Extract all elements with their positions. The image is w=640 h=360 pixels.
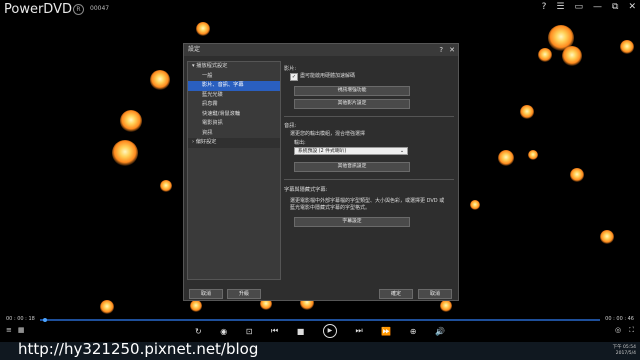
maximize-icon[interactable]: ⧉ (612, 2, 618, 12)
close-icon[interactable]: ✕ (628, 2, 636, 12)
lantern-image (100, 300, 114, 314)
forward-icon[interactable]: ⏩ (381, 327, 391, 336)
app-title: PowerDVD (4, 2, 72, 17)
watermark-text: http://hy321250.pixnet.net/blog (18, 340, 259, 358)
play-button[interactable]: ▶ (322, 324, 337, 338)
right-controls: ◎ ⛶ (615, 326, 634, 335)
menu-icon[interactable]: ☰ (556, 2, 564, 12)
settings-tree: ▾ 播放程式設定 一般 影片、音訊、字幕 藍光光碟 訊息霧 快速鍵/滑鼠滾輪 電… (187, 61, 281, 280)
stop-icon[interactable]: ■ (297, 327, 305, 336)
hw-accel-label: 盡可能啟用硬體加速解碼 (300, 73, 356, 79)
zoom-icon[interactable]: ⊕ (410, 327, 417, 336)
divider (284, 179, 454, 180)
progress-handle[interactable] (43, 318, 48, 322)
volume-icon[interactable]: 🔊 (435, 327, 445, 336)
video-section-title: 影片: (284, 66, 297, 72)
snapshot-icon[interactable]: ⊡ (246, 327, 253, 336)
dialog-title-bar: 設定 (184, 44, 458, 56)
total-time: 00 : 00 : 46 (605, 316, 634, 322)
output-label: 輸出: (294, 140, 306, 146)
output-select[interactable]: 系統預設 (2 件式喇叭) ⌄ (294, 147, 408, 155)
tree-item-hotkeys[interactable]: 快速鍵/滑鼠滾輪 (188, 110, 280, 120)
progress-bar[interactable] (40, 319, 600, 321)
tree-item-info[interactable]: 資訊 (188, 129, 280, 139)
eye-icon[interactable]: ◉ (220, 327, 227, 336)
chevron-down-icon: ▾ (192, 63, 195, 69)
lantern-image (520, 105, 534, 119)
divider (284, 116, 454, 117)
footer-cancel-button[interactable]: 取消 (189, 289, 223, 299)
lantern-image (470, 200, 480, 210)
repeat-icon[interactable]: ↻ (195, 327, 202, 336)
dialog-help-icon[interactable]: ? (439, 44, 443, 56)
upgrade-button[interactable]: 升級 (227, 289, 261, 299)
subtitle-settings-button[interactable]: 字幕設定 (294, 217, 410, 227)
previous-icon[interactable]: ⏮ (271, 326, 278, 336)
next-icon[interactable]: ⏭ (355, 326, 362, 336)
fullscreen-icon[interactable]: ⛶ (629, 326, 634, 335)
dialog-controls: ? ✕ (439, 44, 455, 56)
lantern-image (498, 150, 514, 166)
elapsed-time: 00 : 00 : 18 (6, 316, 35, 322)
video-enhance-button[interactable]: 視訊增強功能 (294, 86, 410, 96)
subtitle-section-title: 字幕與隱藏式字幕: (284, 187, 328, 193)
lantern-image (570, 168, 584, 182)
dialog-title: 設定 (188, 46, 201, 53)
tree-item-general[interactable]: 一般 (188, 72, 280, 82)
tree-item-preferences[interactable]: › 偏好設定 (188, 138, 280, 148)
dialog-close-icon[interactable]: ✕ (449, 44, 455, 56)
tray-date: 2017/5/4 (615, 351, 636, 356)
mini-mode-icon[interactable]: ▭ (575, 2, 584, 12)
grid-icon[interactable]: ▦ (18, 326, 25, 334)
chevron-right-icon: › (192, 139, 195, 145)
ok-button[interactable]: 確定 (379, 289, 413, 299)
lantern-image (562, 46, 582, 66)
help-icon[interactable]: ? (542, 2, 547, 12)
window-controls: ? ☰ ▭ — ⧉ ✕ (542, 2, 636, 12)
left-controls: ≡ ▦ (6, 326, 25, 334)
tree-item-messages[interactable]: 訊息霧 (188, 100, 280, 110)
other-audio-settings-button[interactable]: 其他音訊設定 (294, 162, 410, 172)
audio-description: 選更您的輸出模組，混合增強選擇 (290, 131, 366, 137)
minimize-icon[interactable]: — (593, 2, 602, 12)
other-video-settings-button[interactable]: 其他影片設定 (294, 99, 410, 109)
tree-item-player-settings[interactable]: ▾ 播放程式設定 (188, 62, 280, 72)
lantern-image (190, 300, 202, 312)
lantern-image (196, 22, 210, 36)
playlist-icon[interactable]: ≡ (6, 326, 12, 334)
system-tray: 下午 05:54 2017/5/4 (613, 345, 636, 357)
lantern-image (440, 300, 452, 312)
chevron-down-icon: ⌄ (399, 149, 404, 154)
vr-icon[interactable]: ◎ (615, 326, 621, 335)
lantern-image (160, 180, 172, 192)
media-counter: 00047 (90, 5, 110, 12)
settings-dialog: 設定 ? ✕ ▾ 播放程式設定 一般 影片、音訊、字幕 藍光光碟 訊息霧 快速鍵… (183, 43, 459, 301)
playback-controls: ↻ ◉ ⊡ ⏮ ■ ▶ ⏭ ⏩ ⊕ 🔊 (195, 324, 445, 338)
lantern-image (600, 230, 614, 244)
tree-item-bluray[interactable]: 藍光光碟 (188, 91, 280, 101)
subtitle-description-line2: 藍光電影中隱藏式字幕的字型格式。 (290, 205, 371, 211)
subtitle-description-line1: 選更電影檔中外部字幕檔的字型類型、大小與色彩，或選擇更 DVD 或 (290, 198, 445, 204)
lantern-image (528, 150, 538, 160)
lantern-image (112, 140, 138, 166)
cancel-button[interactable]: 取消 (418, 289, 452, 299)
lantern-image (120, 110, 142, 132)
lantern-image (538, 48, 552, 62)
app-badge-icon: R (73, 4, 84, 15)
tree-item-video-audio-subtitle[interactable]: 影片、音訊、字幕 (188, 81, 280, 91)
tree-item-movie-info[interactable]: 電影資訊 (188, 119, 280, 129)
lantern-image (620, 40, 634, 54)
audio-section-title: 音訊: (284, 123, 297, 129)
hw-accel-checkbox[interactable]: ✓ (290, 73, 298, 81)
lantern-image (150, 70, 170, 90)
settings-panel: 影片: ✓ 盡可能啟用硬體加速解碼 視訊增強功能 其他影片設定 音訊: 選更您的… (284, 61, 454, 278)
